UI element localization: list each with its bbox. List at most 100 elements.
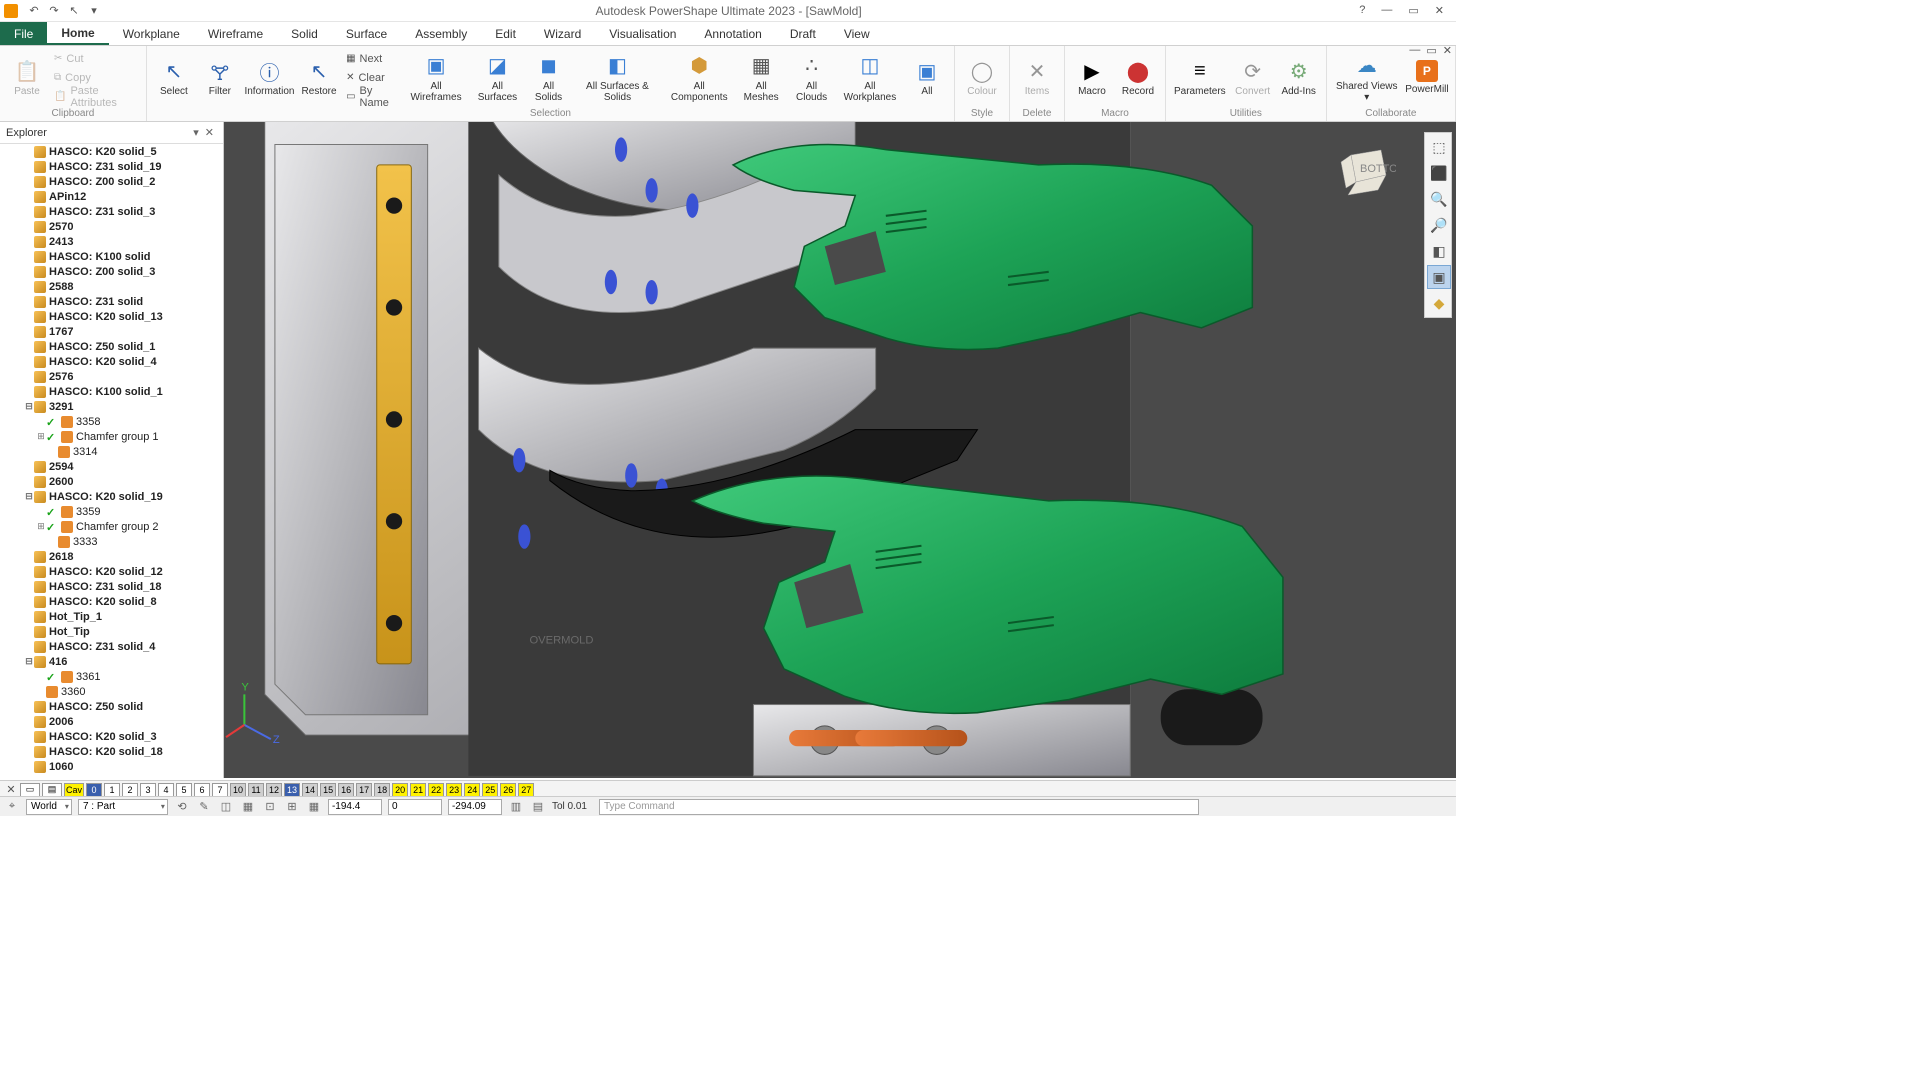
close-icon[interactable]: ✕ [1431,4,1448,17]
tab-wizard[interactable]: Wizard [530,22,595,45]
tree-node[interactable]: 3360 [0,684,223,699]
all-workplanes-button[interactable]: ◫All Workplanes [838,49,902,107]
status-icon[interactable]: ◫ [218,799,234,815]
status-icon[interactable]: ⊞ [284,799,300,815]
doc-restore-icon[interactable]: ▭ [1426,44,1436,57]
layer-6[interactable]: 6 [194,783,210,797]
paste-button[interactable]: 📋Paste [6,49,48,107]
layer-20[interactable]: 20 [392,783,408,797]
tree-node[interactable]: HASCO: K20 solid_12 [0,564,223,579]
tab-solid[interactable]: Solid [277,22,332,45]
tree-node[interactable]: 3359 [0,504,223,519]
layer-11[interactable]: 11 [248,783,264,797]
all-meshes-button[interactable]: ▦All Meshes [737,49,785,107]
tree-node[interactable]: HASCO: Z31 solid_4 [0,639,223,654]
help-icon[interactable]: ? [1355,4,1369,17]
layer-14[interactable]: 14 [302,783,318,797]
world-dropdown[interactable]: World [26,799,72,815]
zoom-window-icon[interactable]: 🔍 [1427,187,1451,211]
tree-node[interactable]: ⊞Chamfer group 2 [0,519,223,534]
layer-21[interactable]: 21 [410,783,426,797]
tab-workplane[interactable]: Workplane [109,22,194,45]
all-wireframes-button[interactable]: ▣All Wireframes [405,49,468,107]
undo-icon[interactable]: ↶ [26,3,42,19]
restore-button[interactable]: ↖Restore [298,49,340,107]
status-icon[interactable]: ▦ [240,799,256,815]
tree-node[interactable]: 3361 [0,669,223,684]
tree-node[interactable]: 2006 [0,714,223,729]
tree-node[interactable]: HASCO: K20 solid_13 [0,309,223,324]
redo-icon[interactable]: ↷ [46,3,62,19]
layer-13[interactable]: 13 [284,783,300,797]
workplane-icon[interactable]: ⌖ [4,799,20,815]
view-cube-icon[interactable]: ◧ [1427,239,1451,263]
tab-home[interactable]: Home [47,22,108,45]
tab-surface[interactable]: Surface [332,22,401,45]
tree-node[interactable]: 2413 [0,234,223,249]
layer-3[interactable]: 3 [140,783,156,797]
tree-node[interactable]: HASCO: Z00 solid_3 [0,264,223,279]
layer-tool-icon[interactable]: ▭ [20,783,40,797]
tree-node[interactable]: HASCO: K20 solid_8 [0,594,223,609]
paste-attributes-button[interactable]: 📋 Paste Attributes [52,88,140,106]
layer-4[interactable]: 4 [158,783,174,797]
all-clouds-button[interactable]: ∴All Clouds [789,49,834,107]
layer-10[interactable]: 10 [230,783,246,797]
layer-23[interactable]: 23 [446,783,462,797]
layer-25[interactable]: 25 [482,783,498,797]
tab-edit[interactable]: Edit [481,22,530,45]
tree-node[interactable]: 3358 [0,414,223,429]
tree-node[interactable]: HASCO: Z31 solid_18 [0,579,223,594]
shared-views-button[interactable]: ☁Shared Views ▾ [1333,49,1401,107]
tree-node[interactable]: 2570 [0,219,223,234]
coord-x[interactable]: -194.4 [328,799,382,815]
doc-minimize-icon[interactable]: — [1409,44,1420,57]
next-button[interactable]: ▦ Next [344,50,401,68]
status-icon[interactable]: ▤ [530,799,546,815]
tree-node[interactable]: HASCO: K20 solid_18 [0,744,223,759]
tree-node[interactable]: ⊟HASCO: K20 solid_19 [0,489,223,504]
view-persp-icon[interactable]: ◆ [1427,291,1451,315]
cursor-icon[interactable]: ↖ [66,3,82,19]
all-surfaces-button[interactable]: ◪All Surfaces [471,49,523,107]
tree-node[interactable]: 2618 [0,549,223,564]
view-cube[interactable]: BOTTOM [1336,140,1396,200]
all-solids-button[interactable]: ◼All Solids [528,49,570,107]
delete-items-button[interactable]: ✕Items [1016,49,1058,107]
grid-icon[interactable]: ▦ [306,799,322,815]
layer-12[interactable]: 12 [266,783,282,797]
coord-y[interactable]: 0 [388,799,442,815]
part-dropdown[interactable]: 7 : Part [78,799,168,815]
tree-node[interactable]: ⊞Chamfer group 1 [0,429,223,444]
layer-cav-button[interactable]: Cav [64,783,84,797]
command-input[interactable]: Type Command [599,799,1199,815]
tree-node[interactable]: HASCO: K20 solid_3 [0,729,223,744]
layer-26[interactable]: 26 [500,783,516,797]
layer-18[interactable]: 18 [374,783,390,797]
coord-z[interactable]: -294.09 [448,799,502,815]
layer-5[interactable]: 5 [176,783,192,797]
maximize-icon[interactable]: ▭ [1404,4,1422,17]
macro-button[interactable]: ▶Macro [1071,49,1113,107]
tree-node[interactable]: ⊟3291 [0,399,223,414]
tree-node[interactable]: HASCO: K20 solid_5 [0,144,223,159]
layer-2[interactable]: 2 [122,783,138,797]
viewport-3d[interactable]: OVERMOLD Y Z BOTTOM ⬚ ⬛ 🔍 🔎 ◧ ▣ ◆ [224,122,1456,778]
layer-17[interactable]: 17 [356,783,372,797]
powermill-button[interactable]: PPowerMill [1405,49,1449,107]
status-icon[interactable]: ✎ [196,799,212,815]
status-icon[interactable]: ⊡ [262,799,278,815]
tab-assembly[interactable]: Assembly [401,22,481,45]
layer-tool-icon[interactable]: ▤ [42,783,62,797]
tree-node[interactable]: HASCO: Z50 solid [0,699,223,714]
tree-node[interactable]: 2588 [0,279,223,294]
parameters-button[interactable]: ≡Parameters [1172,49,1228,107]
layer-22[interactable]: 22 [428,783,444,797]
colour-button[interactable]: ◯Colour [961,49,1003,107]
layer-0[interactable]: 0 [86,783,102,797]
tab-annotation[interactable]: Annotation [690,22,775,45]
doc-close-icon[interactable]: ✕ [1443,44,1452,57]
all-surfaces-solids-button[interactable]: ◧All Surfaces & Solids [574,49,662,107]
tree-node[interactable]: HASCO: Z00 solid_2 [0,174,223,189]
qat-dropdown-icon[interactable]: ▾ [86,3,102,19]
